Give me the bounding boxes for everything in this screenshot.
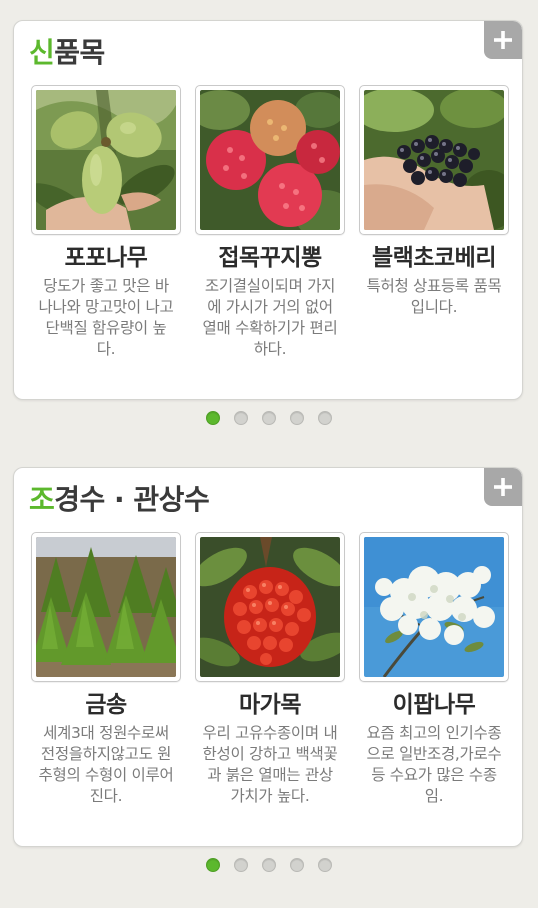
pawpaw-photo-image [36,90,176,230]
product-thumbnail[interactable] [359,85,509,235]
section-title-rest: 경수 · 관상수 [54,483,210,516]
product-item[interactable]: 금송 세계3대 정원수로써 전정을하지않고도 원추형의 수형이 이루어진다. [31,532,181,807]
product-thumbnail[interactable] [195,85,345,235]
product-description: 당도가 좋고 맛은 바나나와 망고맛이 나고 단백질 함유량이 높다. [38,277,174,358]
product-thumbnail[interactable] [195,532,345,682]
product-item[interactable]: 이팝나무 요즘 최고의 인기수종으로 일반조경,가로수등 수요가 많은 수종임. [359,532,509,807]
product-item[interactable]: 포포나무 당도가 좋고 맛은 바나나와 망고맛이 나고 단백질 함유량이 높다. [31,85,181,360]
product-thumbnail[interactable] [31,85,181,235]
page-dot-4[interactable] [290,411,304,425]
page-dot-1[interactable] [206,411,220,425]
page-dot-3[interactable] [262,411,276,425]
product-description: 세계3대 정원수로써 전정을하지않고도 원추형의 수형이 이루어진다. [38,724,174,805]
product-name: 이팝나무 [392,692,476,718]
product-item[interactable]: 마가목 우리 고유수종이며 내한성이 강하고 백색꽃과 붉은 열매는 관상가치가… [195,532,345,807]
cudrania-photo-image [200,90,340,230]
rowan-berries-photo-image [200,537,340,677]
product-list: 금송 세계3대 정원수로써 전정을하지않고도 원추형의 수형이 이루어진다. 마… [31,532,509,832]
product-description: 요즘 최고의 인기수종으로 일반조경,가로수등 수요가 많은 수종임. [366,724,502,805]
page-dot-2[interactable] [234,858,248,872]
product-item[interactable]: 접목꾸지뽕 조기결실이되며 가지에 가시가 거의 없어 열매 수확하기가 편리하… [195,85,345,360]
landscape-trees-card: 조경수 · 관상수 금송 세계3대 정원수로써 전정을하지않고도 원추형의 수형… [13,467,523,847]
product-name: 블랙초코베리 [372,245,496,271]
product-description: 조기결실이되며 가지에 가시가 거의 없어 열매 수확하기가 편리하다. [202,277,338,358]
section-title-rest: 품목 [54,36,105,69]
product-description: 우리 고유수종이며 내한성이 강하고 백색꽃과 붉은 열매는 관상가치가 높다. [202,724,338,805]
more-button[interactable] [484,21,522,59]
new-products-card: 신품목 포포나무 당도가 좋고 맛은 바나나와 망고맛이 나고 단백질 함유량이… [13,20,523,400]
page-dot-1[interactable] [206,858,220,872]
product-name: 포포나무 [64,245,148,271]
page-dot-5[interactable] [318,858,332,872]
page-dot-3[interactable] [262,858,276,872]
section-title-accent: 조 [29,483,55,516]
page-dot-5[interactable] [318,411,332,425]
product-name: 접목꾸지뽕 [218,245,322,271]
product-description: 특허청 상표등록 품목입니다. [366,277,502,316]
section-title: 신품목 [29,33,105,73]
product-name: 마가목 [239,692,301,718]
product-name: 금송 [85,692,127,718]
page-dot-2[interactable] [234,411,248,425]
product-thumbnail[interactable] [359,532,509,682]
plus-icon [494,31,512,49]
page-dot-4[interactable] [290,858,304,872]
section-title-accent: 신 [29,36,55,69]
section-title: 조경수 · 관상수 [29,480,210,520]
fringe-tree-photo-image [364,537,504,677]
product-list: 포포나무 당도가 좋고 맛은 바나나와 망고맛이 나고 단백질 함유량이 높다. [31,85,509,385]
more-button[interactable] [484,468,522,506]
plus-icon [494,478,512,496]
product-item[interactable]: 블랙초코베리 특허청 상표등록 품목입니다. [359,85,509,318]
page-indicator [0,855,538,875]
product-thumbnail[interactable] [31,532,181,682]
umbrella-pine-photo-image [36,537,176,677]
page-indicator [0,408,538,428]
black-chokeberry-photo-image [364,90,504,230]
